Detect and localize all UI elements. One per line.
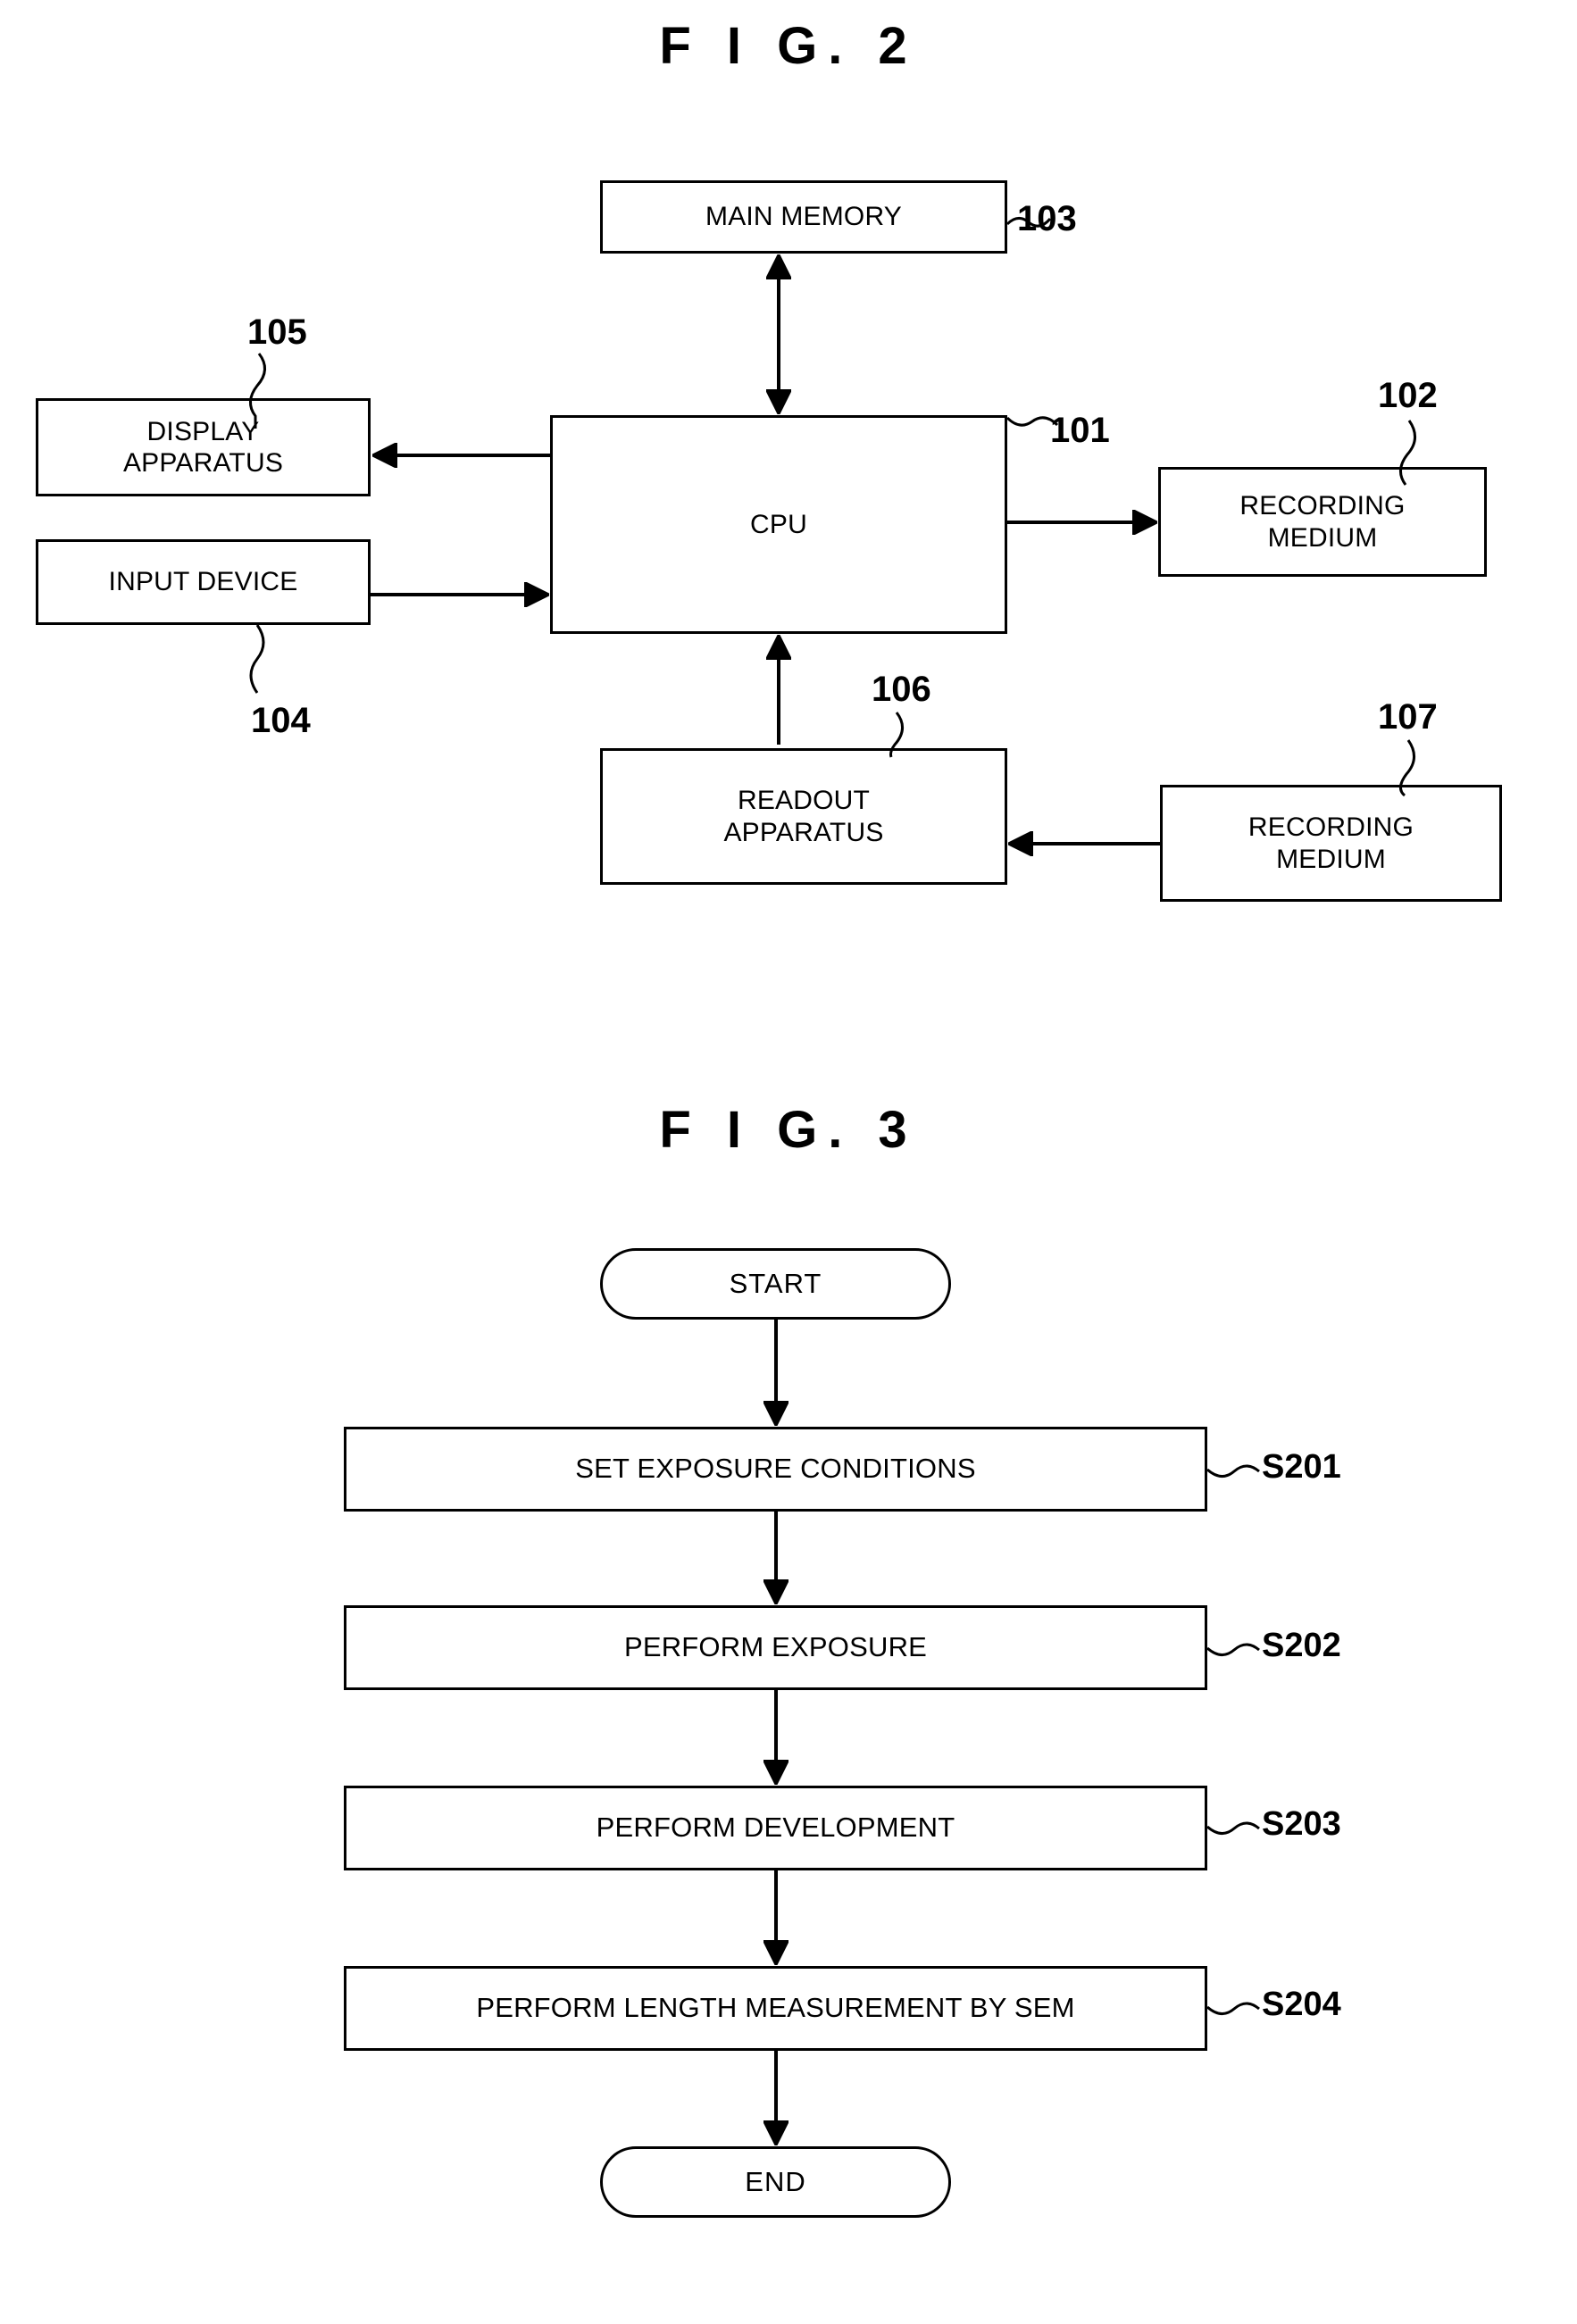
ref-numeral-102: 102 bbox=[1378, 376, 1438, 415]
flowchart-start-terminal: START bbox=[600, 1248, 951, 1320]
block-input-device: INPUT DEVICE bbox=[36, 539, 371, 625]
ref-numeral-103: 103 bbox=[1017, 199, 1077, 238]
leader-s202 bbox=[1206, 1643, 1260, 1656]
flowchart-step-s201-label: SET EXPOSURE CONDITIONS bbox=[575, 1453, 976, 1485]
block-display-apparatus-label: DISPLAY APPARATUS bbox=[122, 416, 284, 478]
ref-numeral-104: 104 bbox=[251, 701, 311, 740]
step-ref-s201: S201 bbox=[1262, 1448, 1341, 1486]
flowchart-step-s202: PERFORM EXPOSURE bbox=[344, 1605, 1207, 1690]
step-ref-s203: S203 bbox=[1262, 1805, 1341, 1843]
ref-numeral-107: 107 bbox=[1378, 697, 1438, 737]
step-ref-s204: S204 bbox=[1262, 1986, 1341, 2023]
ref-numeral-105: 105 bbox=[247, 312, 307, 352]
block-cpu: CPU bbox=[550, 415, 1007, 634]
patent-figure-page: F I G. 2 MAIN MEMORY 103 CPU 101 DISPLAY… bbox=[0, 0, 1577, 2324]
block-readout-apparatus-label: READOUT APPARATUS bbox=[723, 786, 884, 847]
flowchart-step-s201: SET EXPOSURE CONDITIONS bbox=[344, 1427, 1207, 1512]
block-main-memory: MAIN MEMORY bbox=[600, 180, 1007, 254]
block-recording-medium-102-label: RECORDING MEDIUM bbox=[1239, 491, 1406, 553]
block-input-device-label: INPUT DEVICE bbox=[108, 567, 298, 597]
block-recording-medium-107-label: RECORDING MEDIUM bbox=[1247, 812, 1414, 874]
figure-3-title: F I G. 3 bbox=[659, 1101, 918, 1159]
flowchart-step-s203-label: PERFORM DEVELOPMENT bbox=[596, 1812, 955, 1844]
leader-104 bbox=[249, 624, 265, 694]
figure-2-title: F I G. 2 bbox=[659, 17, 918, 75]
step-ref-s202: S202 bbox=[1262, 1627, 1341, 1664]
flowchart-end-label: END bbox=[745, 2166, 806, 2197]
flowchart-start-label: START bbox=[729, 1268, 822, 1299]
flowchart-end-terminal: END bbox=[600, 2146, 951, 2218]
block-main-memory-label: MAIN MEMORY bbox=[705, 202, 902, 232]
block-recording-medium-102: RECORDING MEDIUM bbox=[1158, 467, 1487, 577]
block-cpu-label: CPU bbox=[750, 509, 807, 539]
flowchart-step-s204-label: PERFORM LENGTH MEASUREMENT BY SEM bbox=[476, 1992, 1075, 2024]
flowchart-step-s203: PERFORM DEVELOPMENT bbox=[344, 1786, 1207, 1870]
leader-s201 bbox=[1206, 1464, 1260, 1478]
ref-numeral-106: 106 bbox=[872, 670, 931, 709]
leader-s203 bbox=[1206, 1821, 1260, 1835]
block-display-apparatus: DISPLAY APPARATUS bbox=[36, 398, 371, 496]
block-readout-apparatus: READOUT APPARATUS bbox=[600, 748, 1007, 885]
ref-numeral-101: 101 bbox=[1050, 411, 1110, 450]
flowchart-step-s204: PERFORM LENGTH MEASUREMENT BY SEM bbox=[344, 1966, 1207, 2051]
flowchart-step-s202-label: PERFORM EXPOSURE bbox=[623, 1631, 928, 1663]
block-recording-medium-107: RECORDING MEDIUM bbox=[1160, 785, 1502, 902]
leader-s204 bbox=[1206, 2002, 1260, 2015]
